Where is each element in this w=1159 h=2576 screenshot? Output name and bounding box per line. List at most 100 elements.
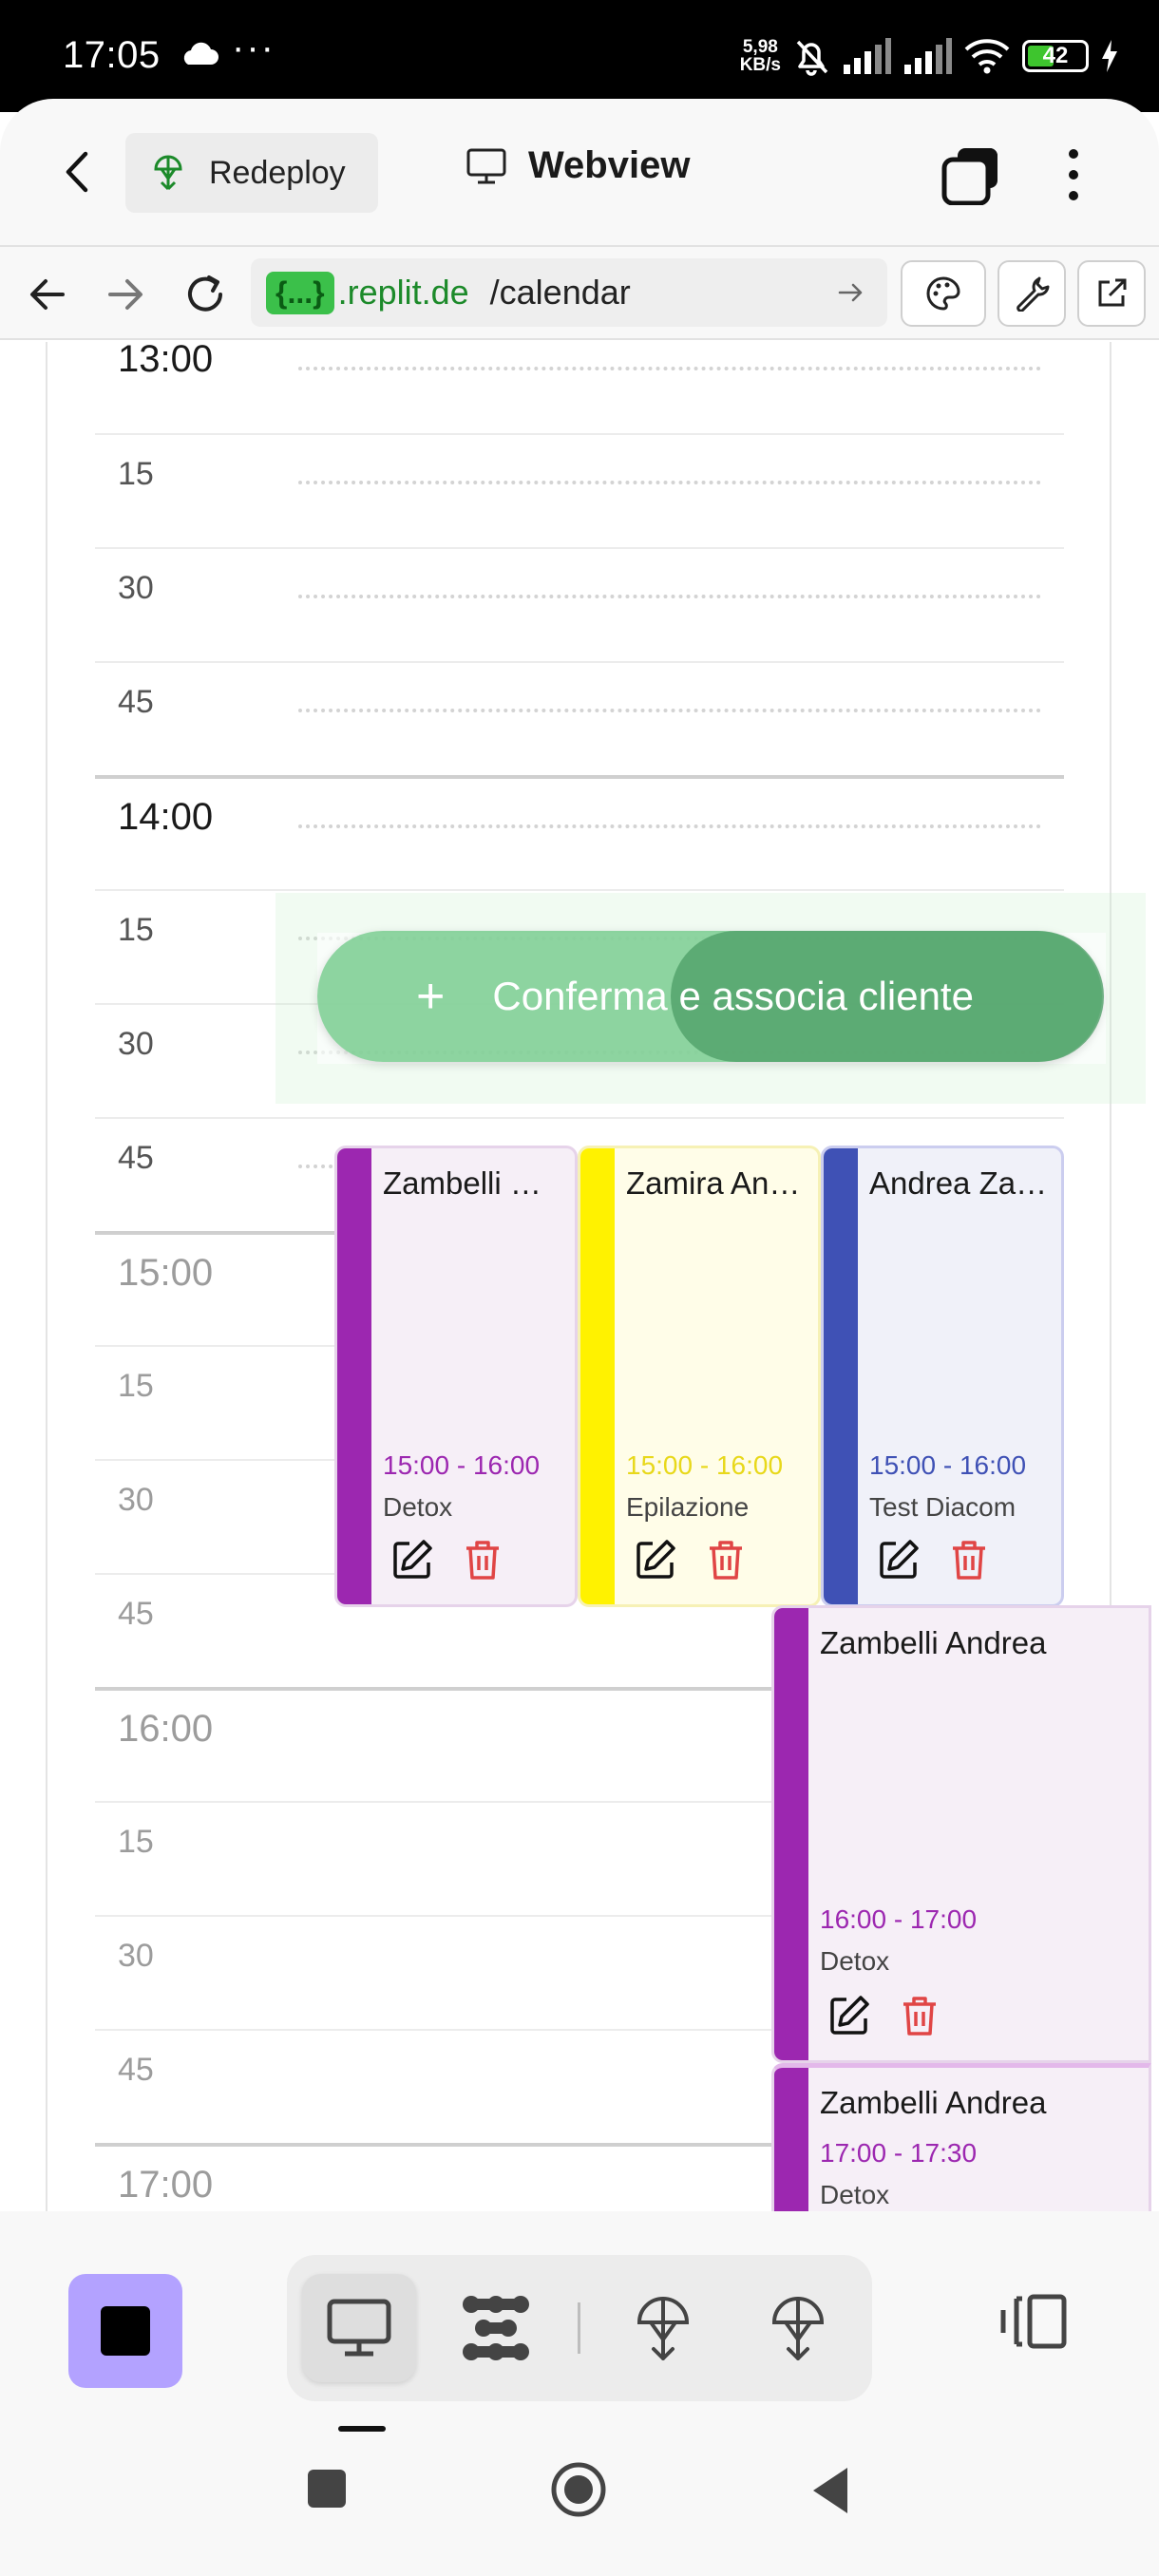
stop-button[interactable]	[68, 2274, 182, 2388]
more-vertical-icon[interactable]	[1054, 144, 1092, 205]
tool-switcher	[287, 2255, 872, 2401]
appointment-card[interactable]: Zambelli Andrea 16:00 - 17:00 Detox	[771, 1605, 1151, 2063]
signal-1-icon	[844, 38, 891, 74]
trash-icon[interactable]	[947, 1538, 991, 1582]
url-bar: {...} .replit.de /calendar	[0, 245, 1159, 340]
slot-time-label: 15:00	[118, 1252, 214, 1294]
home-icon[interactable]	[549, 2460, 608, 2519]
appointment-card[interactable]: Andrea Za… 15:00 - 16:00 Test Diacom	[821, 1146, 1064, 1607]
status-time: 17:05	[63, 34, 161, 76]
appointment-time: 15:00 - 16:00	[383, 1450, 541, 1480]
trash-icon[interactable]	[898, 1994, 941, 2037]
devtools-button[interactable]	[998, 260, 1066, 327]
confirm-label: Conferma e associa cliente	[492, 974, 974, 1018]
charging-icon	[1102, 40, 1117, 72]
redeploy-button[interactable]: Redeploy	[125, 133, 378, 213]
signal-2-icon	[904, 38, 952, 74]
open-external-button[interactable]	[1077, 260, 1146, 327]
deploy-tool-button[interactable]	[606, 2274, 720, 2382]
appointment-color-bar	[824, 1148, 858, 1604]
page-title: Webview	[466, 144, 690, 187]
slot-time-label: 45	[118, 2052, 154, 2088]
appointment-service: Detox	[820, 1946, 890, 1976]
slot-time-label: 30	[118, 1026, 154, 1062]
network-speed: 5,98 KB/s	[739, 37, 781, 75]
stop-icon	[101, 2306, 150, 2356]
hour-slot[interactable]: 13:00	[95, 342, 1064, 435]
slot-time-label: 15	[118, 912, 154, 948]
appointment-card[interactable]: Zambelli … 15:00 - 16:00 Detox	[334, 1146, 578, 1607]
slot-time-label: 30	[118, 570, 154, 606]
back-chevron-icon[interactable]	[55, 148, 103, 196]
quarter-slot[interactable]: 15	[95, 435, 1064, 549]
slot-time-label: 30	[118, 1938, 154, 1974]
arrow-right-icon[interactable]	[103, 272, 148, 317]
appointment-card[interactable]: Zamira An… 15:00 - 16:00 Epilazione	[578, 1146, 821, 1607]
slot-time-label: 16:00	[118, 1708, 214, 1750]
bell-muted-icon	[796, 40, 828, 76]
slot-time-label: 15	[118, 456, 154, 492]
workflow-tool-button[interactable]	[439, 2274, 553, 2382]
appointment-service: Detox	[383, 1492, 453, 1522]
trash-icon[interactable]	[461, 1538, 504, 1582]
trash-icon[interactable]	[704, 1538, 748, 1582]
theme-button[interactable]	[901, 260, 986, 327]
wifi-icon	[964, 39, 1010, 74]
bottom-toolbar	[0, 2211, 1159, 2576]
external-link-icon	[1098, 278, 1127, 307]
appointment-service: Detox	[820, 2180, 890, 2209]
edit-icon[interactable]	[827, 1994, 871, 2037]
appointment-client: Zambelli Andrea	[820, 2085, 1047, 2120]
confirm-associate-client-button[interactable]: + Conferma e associa cliente	[317, 931, 1104, 1062]
slot-guide	[298, 595, 1041, 598]
appointment-time: 17:00 - 17:30	[820, 2138, 978, 2168]
slot-time-label: 15	[118, 1368, 154, 1404]
appointment-color-bar	[774, 1608, 808, 2060]
monitor-icon	[466, 148, 506, 183]
cloud-icon	[183, 42, 218, 65]
webview-tool-button[interactable]	[302, 2274, 416, 2382]
palette-icon	[926, 276, 960, 311]
slot-time-label: 45	[118, 1596, 154, 1632]
status-more-notifications: ···	[232, 27, 276, 68]
recents-icon[interactable]	[304, 2466, 350, 2511]
quarter-slot[interactable]: 30	[95, 549, 1064, 663]
system-back-icon[interactable]	[809, 2466, 851, 2515]
edit-icon[interactable]	[634, 1538, 677, 1582]
calendar-day-view: 13:00 15 30 45 14:00 15 30 45 15:00 15 30 45 16:00 15…	[0, 342, 1159, 2211]
redeploy-label: Redeploy	[209, 154, 346, 191]
arrow-left-icon[interactable]	[25, 272, 70, 317]
reload-icon[interactable]	[182, 272, 228, 317]
go-arrow-icon[interactable]	[836, 277, 866, 308]
deploy-alt-tool-button[interactable]	[741, 2274, 855, 2382]
slot-time-label: 14:00	[118, 796, 214, 838]
slot-guide	[298, 824, 1041, 828]
app-bar: Redeploy Webview	[0, 99, 1159, 245]
side-panel-icon[interactable]	[998, 2291, 1068, 2352]
slot-time-label: 17:00	[118, 2164, 214, 2206]
appointment-color-bar	[580, 1148, 615, 1604]
appointment-service: Test Diacom	[869, 1492, 1016, 1522]
url-input[interactable]: {...} .replit.de /calendar	[251, 258, 887, 327]
slot-time-label: 13:00	[118, 342, 214, 380]
deploy-icon	[771, 2297, 825, 2360]
url-badge: {...}	[266, 271, 334, 314]
quarter-slot[interactable]: 45	[95, 663, 1064, 777]
appointment-card[interactable]: Zambelli Andrea 17:00 - 17:30 Detox	[771, 2063, 1151, 2211]
url-path: /calendar	[489, 273, 631, 312]
pattern-icon	[463, 2296, 529, 2360]
edit-icon[interactable]	[877, 1538, 921, 1582]
edit-icon[interactable]	[390, 1538, 434, 1582]
appointment-client: Zambelli …	[383, 1165, 542, 1201]
hour-slot[interactable]: 14:00	[95, 777, 1064, 891]
appointment-color-bar	[774, 2068, 808, 2211]
appointment-service: Epilazione	[626, 1492, 750, 1522]
appointment-client: Zamira An…	[626, 1165, 801, 1201]
slot-time-label: 45	[118, 1140, 154, 1176]
slot-guide	[298, 367, 1041, 370]
deploy-icon	[154, 155, 182, 191]
tabs-icon[interactable]	[940, 144, 1001, 205]
slot-time-label: 45	[118, 684, 154, 720]
slot-time-label: 15	[118, 1824, 154, 1860]
battery-indicator: 42	[1022, 40, 1089, 72]
